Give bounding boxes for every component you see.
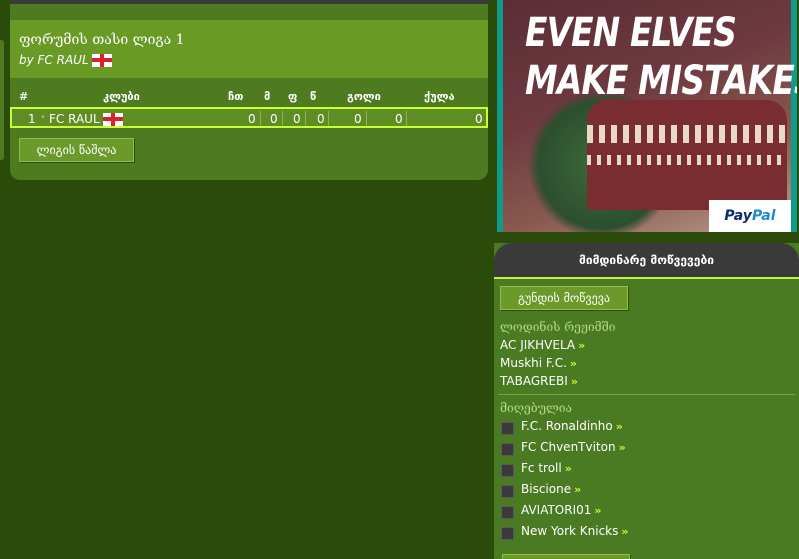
- received-team-name: Biscione: [521, 482, 572, 496]
- chevron-right-icon: »: [564, 461, 572, 475]
- col-wins: მ: [264, 90, 271, 103]
- ad-right-stripe: [791, 0, 797, 232]
- row-rank: 1: [28, 112, 36, 126]
- received-team-name: AVIATORI01: [521, 503, 592, 517]
- row-wins: 0: [270, 112, 278, 126]
- pending-label: ლოდინის რეჟიმში: [500, 320, 616, 334]
- received-checkbox[interactable]: [501, 485, 514, 498]
- divider: [282, 111, 283, 126]
- received-team-link[interactable]: Fc troll»: [521, 461, 572, 475]
- col-club: კლუბი: [103, 90, 140, 103]
- received-checkbox[interactable]: [501, 422, 514, 435]
- received-checkbox[interactable]: [501, 506, 514, 519]
- league-header: ფორუმის თასი ლიგა 1 by FC RAUL: [10, 20, 488, 78]
- table-row[interactable]: 1 • FC RAUL 0 0 0 0 0 0 0: [10, 107, 488, 128]
- pending-team-link[interactable]: AC JIKHVELA»: [500, 338, 585, 352]
- pending-team-name: Muskhi F.C.: [500, 356, 567, 370]
- row-draws: 0: [293, 112, 301, 126]
- received-team-link[interactable]: Biscione»: [521, 482, 581, 496]
- received-team-link[interactable]: FC ChvenTviton»: [521, 440, 626, 454]
- chevron-right-icon: »: [570, 374, 578, 388]
- team-invite-button[interactable]: გუნდის მოწვევა: [500, 286, 628, 310]
- chevron-right-icon: »: [618, 440, 626, 454]
- col-goals: გოლი: [347, 90, 381, 103]
- chevron-right-icon: »: [578, 338, 586, 352]
- league-panel: ფორუმის თასი ლიგა 1 by FC RAUL # კლუბი ჩ…: [10, 4, 488, 180]
- pending-team-name: TABAGREBI: [500, 374, 568, 388]
- delete-league-button[interactable]: ლიგის წაშლა: [19, 138, 134, 162]
- received-label: მიღებულია: [500, 401, 572, 415]
- col-rank: #: [19, 90, 29, 103]
- divider: [305, 111, 306, 126]
- row-club[interactable]: FC RAUL: [49, 112, 123, 126]
- divider: [366, 111, 367, 126]
- paypal-logo-part1: Pay: [724, 208, 752, 224]
- league-owner: by FC RAUL: [19, 53, 112, 67]
- received-team-link[interactable]: New York Knicks»: [521, 524, 628, 538]
- received-team-link[interactable]: AVIATORI01»: [521, 503, 602, 517]
- received-team-link[interactable]: F.C. Ronaldinho»: [521, 419, 623, 433]
- ad-headline-2: MAKE MISTAKES.: [525, 58, 797, 104]
- georgia-flag-icon: [102, 112, 123, 126]
- received-team-name: Fc troll: [521, 461, 562, 475]
- col-played: ჩთ: [228, 90, 244, 103]
- received-checkbox[interactable]: [501, 464, 514, 477]
- ad-left-stripe: [497, 0, 503, 232]
- invitations-panel: მიმდინარე მოწვევები გუნდის მოწვევა ლოდინ…: [494, 243, 799, 559]
- received-team-name: FC ChvenTviton: [521, 440, 616, 454]
- received-team-name: New York Knicks: [521, 524, 619, 538]
- invitations-title: მიმდინარე მოწვევები: [494, 243, 799, 277]
- chevron-right-icon: »: [615, 419, 623, 433]
- row-goals-against: 0: [395, 112, 403, 126]
- row-played: 0: [248, 112, 256, 126]
- chevron-right-icon: »: [594, 503, 602, 517]
- divider: [328, 111, 329, 126]
- pending-team-link[interactable]: TABAGREBI»: [500, 374, 578, 388]
- col-losses: წ: [310, 90, 317, 103]
- accept-button-partial[interactable]: [502, 554, 630, 559]
- chevron-right-icon: »: [574, 482, 582, 496]
- row-losses: 0: [317, 112, 325, 126]
- received-checkbox[interactable]: [501, 527, 514, 540]
- chevron-right-icon: »: [569, 356, 578, 370]
- divider: [406, 111, 407, 126]
- received-checkbox[interactable]: [501, 443, 514, 456]
- divider: [260, 111, 261, 126]
- divider: [498, 394, 795, 395]
- col-points: ქულა: [424, 90, 455, 103]
- georgia-flag-icon: [91, 53, 112, 67]
- received-team-name: F.C. Ronaldinho: [521, 419, 613, 433]
- sweater-image: [587, 100, 787, 210]
- row-club-name: FC RAUL: [49, 112, 100, 126]
- pending-team-link[interactable]: Muskhi F.C.»: [500, 356, 577, 370]
- chevron-right-icon: »: [621, 524, 629, 538]
- col-draws: ფ: [288, 90, 298, 103]
- paypal-logo: Pay Pal: [709, 200, 791, 232]
- left-panel-edge: [0, 40, 4, 160]
- bullet-icon: •: [40, 112, 46, 123]
- accent-line: [494, 277, 799, 279]
- row-points: 0: [475, 112, 483, 126]
- league-owner-text: by FC RAUL: [19, 53, 89, 67]
- advertisement[interactable]: EVEN ELVES MAKE MISTAKES. PayPal: [497, 0, 797, 232]
- pending-team-name: AC JIKHVELA: [500, 338, 576, 352]
- paypal-logo-part2: Pal: [751, 208, 776, 224]
- row-goals-for: 0: [354, 112, 362, 126]
- league-title: ფორუმის თასი ლიგა 1: [19, 32, 185, 48]
- ad-headline-1: EVEN ELVES: [525, 10, 737, 56]
